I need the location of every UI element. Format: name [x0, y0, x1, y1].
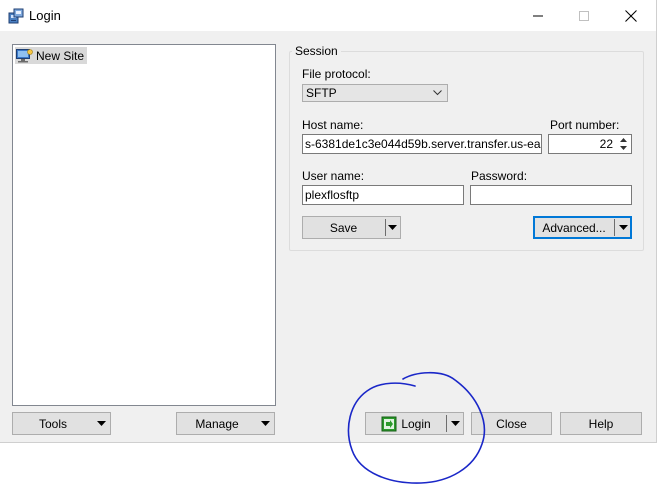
help-button[interactable]: Help — [560, 412, 642, 435]
computer-site-icon — [16, 48, 33, 62]
advanced-button[interactable]: Advanced... — [534, 217, 614, 238]
site-tree-item-new-site[interactable]: New Site — [15, 47, 88, 64]
dropdown-arrow-icon — [388, 225, 397, 230]
password-label: Password: — [471, 169, 528, 183]
tools-button-label: Tools — [38, 416, 67, 431]
host-name-field[interactable]: s-6381de1c3e044d59b.server.transfer.us-e… — [302, 134, 542, 154]
advanced-dropdown-button[interactable] — [615, 217, 631, 238]
window-title: Login — [29, 8, 61, 23]
spin-down-button[interactable] — [617, 144, 630, 152]
minimize-button[interactable] — [515, 0, 561, 31]
session-group-title: Session — [292, 44, 341, 58]
spin-up-button[interactable] — [617, 136, 630, 144]
chevron-down-icon — [433, 90, 442, 96]
file-protocol-value: SFTP — [306, 86, 337, 100]
port-number-stepper[interactable]: 22 — [548, 134, 632, 154]
close-icon — [625, 9, 637, 22]
site-tree-item-label: New Site — [36, 48, 85, 63]
hand-drawn-circle-annotation — [347, 371, 486, 484]
port-spin-buttons — [617, 136, 630, 152]
dropdown-arrow-icon — [618, 225, 628, 230]
close-window-button[interactable] — [608, 0, 654, 31]
manage-dropdown-arrow — [256, 413, 274, 434]
host-name-label: Host name: — [302, 118, 364, 132]
tools-button[interactable]: Tools — [12, 412, 111, 435]
maximize-icon — [579, 10, 589, 21]
manage-button-label: Manage — [195, 416, 239, 431]
port-number-value: 22 — [599, 137, 613, 151]
winscp-app-icon — [8, 8, 24, 24]
minimize-icon — [533, 15, 543, 16]
file-protocol-label: File protocol: — [302, 67, 371, 81]
tools-dropdown-arrow — [92, 413, 110, 434]
maximize-button[interactable] — [561, 0, 607, 31]
save-dropdown-button[interactable] — [385, 217, 400, 238]
save-split-button: Save — [302, 216, 401, 239]
file-protocol-select[interactable]: SFTP — [302, 84, 448, 102]
arrow-down-icon — [620, 146, 627, 150]
arrow-up-icon — [620, 138, 627, 142]
login-dialog: Login New Site Session File protocol: SF… — [0, 0, 657, 443]
dropdown-arrow-icon — [260, 421, 270, 426]
advanced-split-button: Advanced... — [533, 216, 632, 239]
save-button[interactable]: Save — [303, 217, 384, 238]
site-tree[interactable]: New Site — [12, 44, 276, 406]
user-name-field[interactable]: plexflosftp — [302, 185, 464, 205]
port-number-label: Port number: — [550, 118, 620, 132]
manage-button[interactable]: Manage — [176, 412, 275, 435]
password-field[interactable] — [470, 185, 632, 205]
dropdown-arrow-icon — [96, 421, 106, 426]
title-bar: Login — [0, 0, 656, 31]
user-name-label: User name: — [302, 169, 365, 183]
